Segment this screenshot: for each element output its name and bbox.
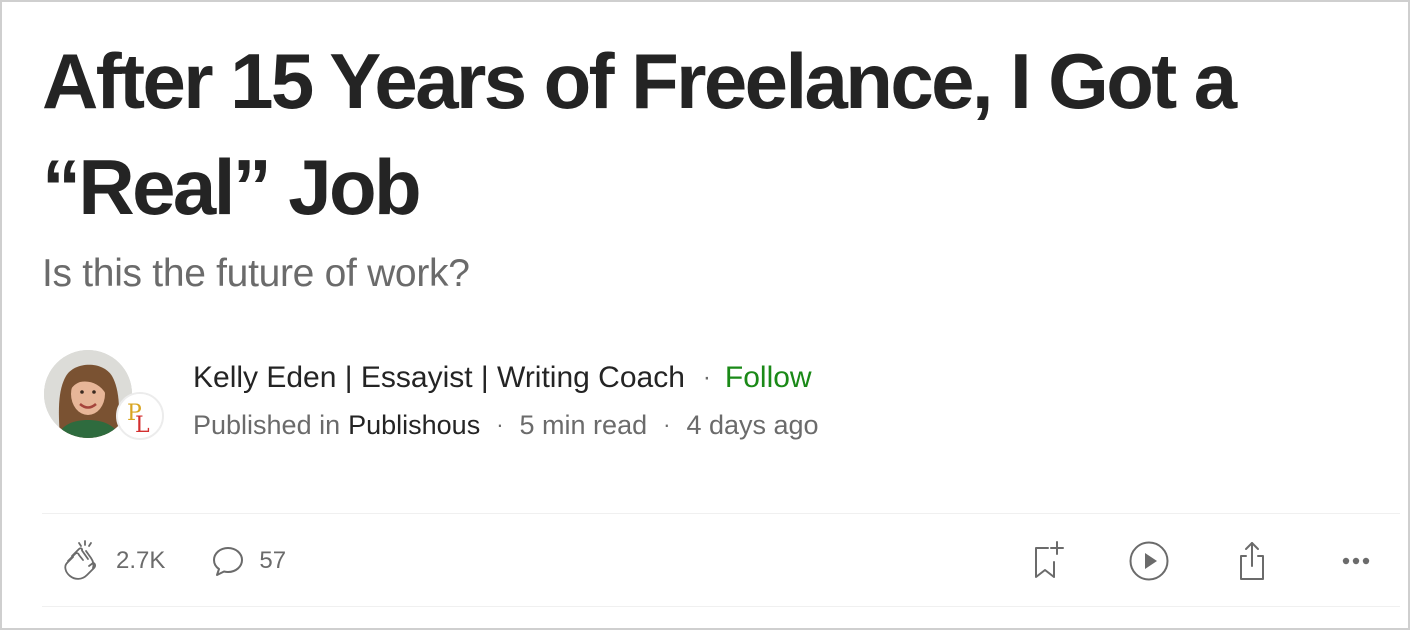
svg-text:L: L xyxy=(135,413,150,438)
meta-separator: · xyxy=(496,412,504,437)
author-name[interactable]: Kelly Eden | Essayist | Writing Coach xyxy=(193,361,685,395)
listen-button[interactable] xyxy=(1125,536,1173,586)
share-icon xyxy=(1240,542,1264,580)
publication-link[interactable]: Publishous xyxy=(348,410,480,441)
meta-separator: · xyxy=(663,412,671,437)
article-header: After 15 Years of Freelance, I Got a “Re… xyxy=(0,0,1410,630)
more-icon xyxy=(1342,557,1370,565)
article-title: After 15 Years of Freelance, I Got a “Re… xyxy=(42,28,1372,240)
engagement-bar: 2.7K 57 xyxy=(58,536,286,586)
publish-age: 4 days ago xyxy=(686,409,819,440)
read-time: 5 min read xyxy=(519,409,648,440)
article-subtitle: Is this the future of work? xyxy=(42,252,470,295)
article-title-line-2: “Real” Job xyxy=(42,143,422,231)
author-line: Kelly Eden | Essayist | Writing Coach · … xyxy=(193,358,812,398)
clap-count: 2.7K xyxy=(116,547,166,574)
save-button[interactable] xyxy=(1022,536,1070,586)
clap-icon xyxy=(64,540,96,580)
responses-button[interactable]: 57 xyxy=(211,543,286,579)
author-separator: · xyxy=(702,364,711,391)
more-button[interactable] xyxy=(1332,536,1380,586)
divider-top xyxy=(42,513,1400,514)
divider-bottom xyxy=(42,606,1400,607)
publication-logo-icon: P L xyxy=(118,394,162,438)
share-button[interactable] xyxy=(1228,536,1276,586)
article-title-line-1: After 15 Years of Freelance, I Got a xyxy=(42,37,1237,125)
bookmark-add-icon xyxy=(1035,541,1064,578)
author-avatar-group: P L xyxy=(44,350,168,442)
publication-logo[interactable]: P L xyxy=(116,392,164,440)
published-in-label: Published in xyxy=(193,409,341,440)
clap-button[interactable]: 2.7K xyxy=(58,539,165,583)
article-meta: Published in Publishous · 5 min read · 4… xyxy=(193,406,819,444)
comment-icon xyxy=(213,547,244,576)
play-icon xyxy=(1129,541,1169,581)
follow-button[interactable]: Follow xyxy=(725,361,812,395)
responses-count: 57 xyxy=(259,547,287,574)
